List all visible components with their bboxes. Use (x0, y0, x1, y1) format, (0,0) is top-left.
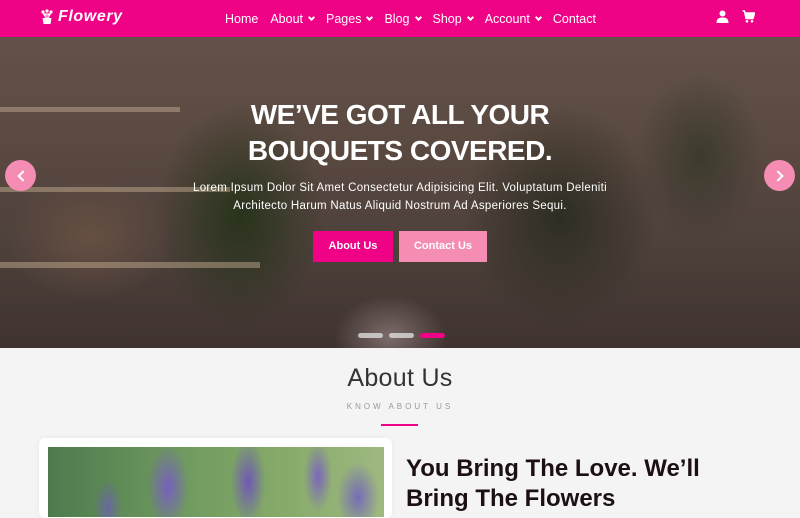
nav-item-label: Account (484, 11, 530, 26)
nav-item-label: Home (225, 11, 259, 26)
nav-item-label: Blog (384, 11, 410, 26)
nav-item-about[interactable]: About (270, 11, 316, 26)
nav-item-home[interactable]: Home (225, 12, 258, 26)
nav-item-label: Pages (326, 11, 362, 26)
about-section-kicker: KNOW ABOUT US (346, 402, 454, 411)
chevron-left-icon (16, 169, 29, 182)
brand-logo[interactable]: Flowery (40, 8, 123, 26)
slide-indicator-1[interactable] (358, 333, 383, 338)
chevron-right-icon (771, 169, 784, 182)
contact-us-button[interactable]: Contact Us (399, 231, 487, 262)
nav-icons (716, 10, 768, 23)
nav-item-contact[interactable]: Contact (553, 12, 596, 26)
about-image-card (39, 438, 392, 518)
slide-indicators (358, 333, 445, 338)
nav-item-shop[interactable]: Shop (432, 11, 474, 26)
nav-item-label: Contact (552, 11, 596, 26)
chevron-down-icon (366, 13, 374, 21)
lavender-image (48, 447, 384, 517)
cart-icon[interactable] (742, 10, 755, 23)
hero-slider: WE’VE GOT ALL YOUR BOUQUETS COVERED. Lor… (0, 37, 800, 348)
slide-indicator-2[interactable] (389, 333, 414, 338)
next-slide-button[interactable] (764, 160, 795, 191)
about-us-button[interactable]: About Us (313, 231, 393, 262)
section-divider (381, 424, 418, 426)
hero-buttons: About Us Contact Us (0, 231, 800, 262)
flower-pot-icon (41, 9, 53, 24)
nav-item-label: Shop (432, 11, 462, 26)
chevron-down-icon (307, 13, 316, 21)
slide-indicator-3[interactable] (420, 333, 445, 338)
chevron-down-icon (414, 13, 422, 21)
nav-item-label: About (270, 11, 304, 26)
user-icon[interactable] (716, 10, 729, 23)
navbar: Flowery Home About Pages Blog Shop Accou… (0, 0, 800, 37)
hero-content: WE’VE GOT ALL YOUR BOUQUETS COVERED. Lor… (0, 97, 800, 262)
background-shelf (0, 262, 260, 268)
brand-name: Flowery (58, 8, 123, 25)
chevron-down-icon (534, 13, 542, 21)
prev-slide-button[interactable] (5, 160, 36, 191)
about-section-title: About Us (347, 364, 453, 392)
nav-item-account[interactable]: Account (484, 11, 542, 26)
about-heading: You Bring The Love. We’ll Bring The Flow… (406, 455, 700, 512)
main-nav: Home About Pages Blog Shop Account Conta… (225, 0, 608, 37)
hero-subtitle: Lorem Ipsum Dolor Sit Amet Consectetur A… (193, 182, 607, 212)
hero-title: WE’VE GOT ALL YOUR BOUQUETS COVERED. (247, 99, 553, 166)
nav-item-blog[interactable]: Blog (384, 11, 422, 26)
nav-item-pages[interactable]: Pages (326, 11, 374, 26)
chevron-down-icon (466, 13, 474, 21)
